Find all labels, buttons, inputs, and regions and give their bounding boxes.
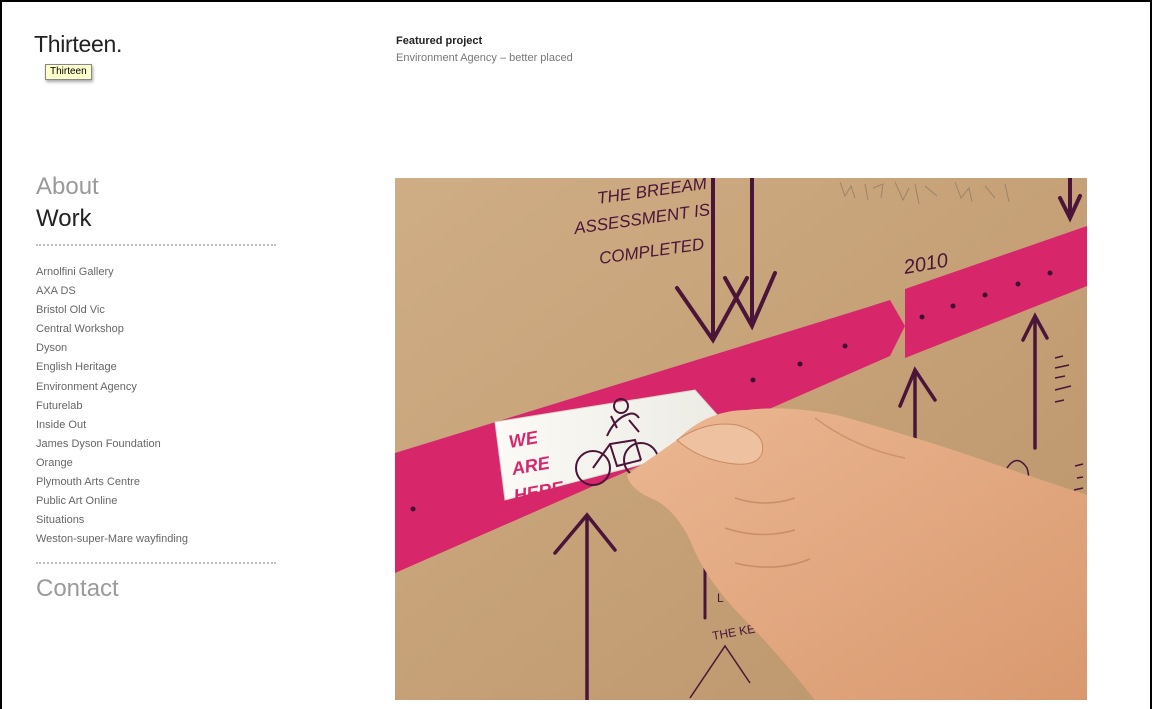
site-logo[interactable]: Thirteen. bbox=[34, 31, 122, 58]
work-item-label[interactable]: Plymouth Arts Centre bbox=[36, 476, 140, 488]
work-item-label[interactable]: Environment Agency bbox=[36, 381, 137, 393]
work-item[interactable]: Orange bbox=[36, 454, 188, 473]
work-item-label[interactable]: AXA DS bbox=[36, 285, 76, 297]
work-item-label[interactable]: Futurelab bbox=[36, 400, 82, 412]
featured-project-label: Featured project bbox=[396, 35, 483, 47]
work-item[interactable]: Inside Out bbox=[36, 416, 188, 435]
work-item-label[interactable]: Arnolfini Gallery bbox=[36, 266, 114, 278]
work-item-label[interactable]: English Heritage bbox=[36, 361, 117, 373]
work-item[interactable]: Weston-super-Mare wayfinding bbox=[36, 530, 188, 549]
work-item[interactable]: Arnolfini Gallery bbox=[36, 263, 188, 282]
nav-about-link[interactable]: About bbox=[36, 173, 99, 201]
nav-work-link[interactable]: Work bbox=[36, 205, 92, 233]
work-item[interactable]: Central Workshop bbox=[36, 320, 188, 339]
work-item[interactable]: AXA DS bbox=[36, 282, 188, 301]
work-item[interactable]: James Dyson Foundation bbox=[36, 435, 188, 454]
work-item-label[interactable]: Inside Out bbox=[36, 419, 86, 431]
work-item[interactable]: Public Art Online bbox=[36, 492, 188, 511]
work-item-label[interactable]: Orange bbox=[36, 457, 73, 469]
nav-divider bbox=[36, 562, 276, 564]
work-project-list: Arnolfini Gallery AXA DS Bristol Old Vic… bbox=[36, 263, 188, 549]
work-item-label[interactable]: Dyson bbox=[36, 342, 67, 354]
work-item[interactable]: Bristol Old Vic bbox=[36, 301, 188, 320]
nav-contact-link[interactable]: Contact bbox=[36, 575, 119, 603]
work-item-label[interactable]: Public Art Online bbox=[36, 495, 117, 507]
work-item-label[interactable]: Bristol Old Vic bbox=[36, 304, 105, 316]
work-item-label[interactable]: Central Workshop bbox=[36, 323, 124, 335]
featured-project-title[interactable]: Environment Agency – better placed bbox=[396, 52, 573, 64]
work-item-label[interactable]: Situations bbox=[36, 514, 84, 526]
featured-project-photo[interactable]: THE BREEAM ASSESSMENT IS COMPLETED 2010 … bbox=[395, 178, 1087, 700]
logo-tooltip: Thirteen bbox=[45, 64, 92, 80]
work-item[interactable]: Environment Agency bbox=[36, 378, 188, 397]
nav-divider bbox=[36, 244, 276, 246]
work-item-label[interactable]: Weston-super-Mare wayfinding bbox=[36, 533, 188, 545]
work-item[interactable]: Situations bbox=[36, 511, 188, 530]
work-item[interactable]: Dyson bbox=[36, 339, 188, 358]
work-item[interactable]: Plymouth Arts Centre bbox=[36, 473, 188, 492]
work-item[interactable]: English Heritage bbox=[36, 358, 188, 377]
work-item[interactable]: Futurelab bbox=[36, 397, 188, 416]
work-item-label[interactable]: James Dyson Foundation bbox=[36, 438, 161, 450]
